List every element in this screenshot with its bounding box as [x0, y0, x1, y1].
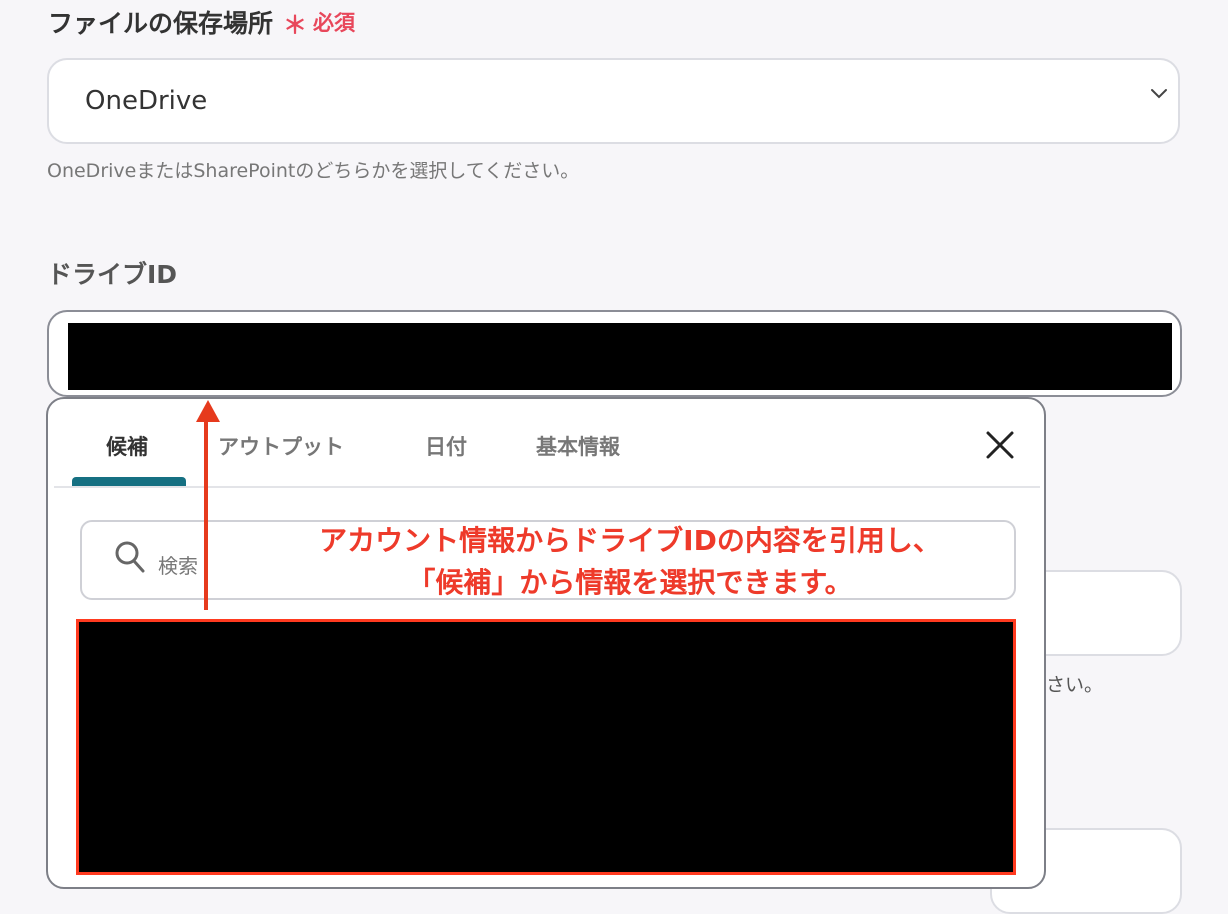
drive-id-label: ドライブID [47, 260, 178, 289]
background-help-text: さい。 [1046, 674, 1104, 696]
chevron-down-icon[interactable] [1146, 82, 1172, 108]
annotation-line-2: 「候補」から情報を選択できます。 [407, 566, 853, 599]
drive-id-input[interactable] [47, 310, 1182, 397]
tab-divider [54, 486, 1040, 488]
storage-field-label: ファイルの保存場所 [48, 9, 274, 38]
required-mark: ＊ [283, 10, 308, 39]
candidate-list-redacted[interactable] [76, 619, 1016, 875]
tab-output[interactable]: アウトプット [218, 431, 344, 461]
storage-select-value: OneDrive [85, 86, 208, 116]
tab-basic-info[interactable]: 基本情報 [536, 431, 620, 461]
candidate-picker-panel: 候補 アウトプット 日付 基本情報 検索 [46, 397, 1046, 889]
annotation-text: アカウント情報からドライブIDの内容を引用し、 「候補」から情報を選択できます。 [250, 520, 1010, 604]
storage-field-label-row: ファイルの保存場所 ＊ 必須 [48, 4, 355, 40]
annotation-line-1: アカウント情報からドライブIDの内容を引用し、 [319, 524, 941, 557]
storage-select[interactable]: OneDrive [47, 58, 1180, 144]
close-icon[interactable] [982, 429, 1018, 465]
search-icon [114, 540, 145, 574]
storage-help-text: OneDriveまたはSharePointのどちらかを選択してください。 [47, 160, 580, 182]
search-placeholder: 検索 [158, 554, 198, 578]
tab-date[interactable]: 日付 [425, 431, 467, 461]
drive-id-redacted-value [68, 323, 1172, 390]
tab-candidates[interactable]: 候補 [106, 431, 148, 461]
active-tab-indicator [72, 477, 186, 486]
required-text: 必須 [313, 11, 356, 35]
arrow-up-icon [196, 400, 220, 422]
annotation-arrow-line [204, 418, 208, 610]
